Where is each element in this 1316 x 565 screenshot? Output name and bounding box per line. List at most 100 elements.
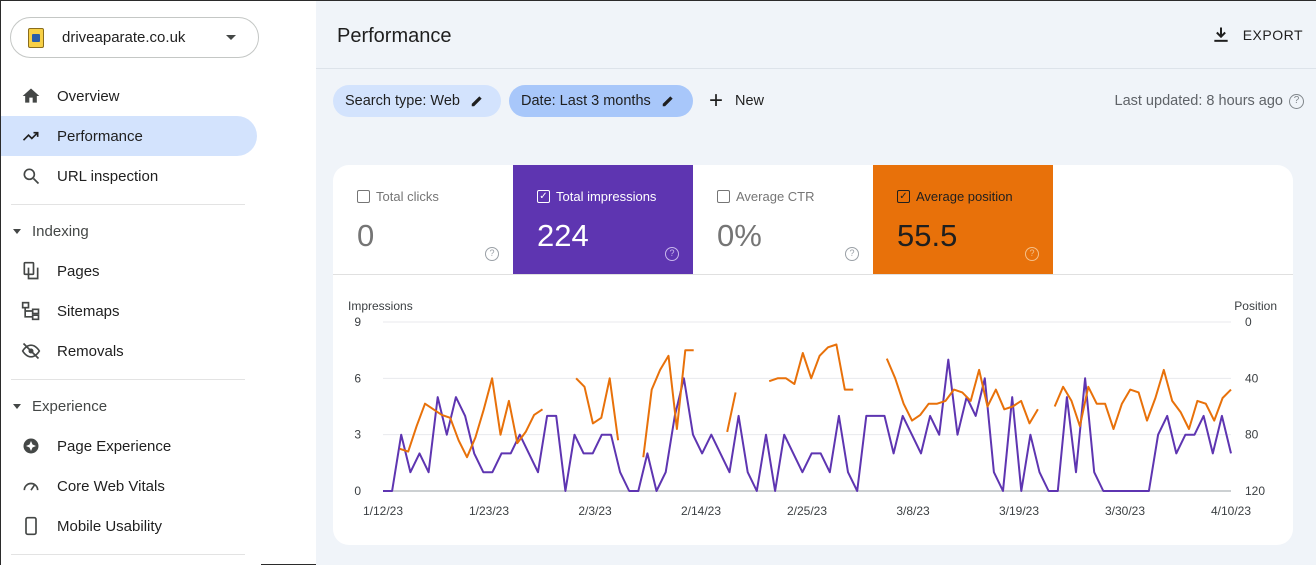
performance-card: Total clicks 0 ? ✓ Total impressions 224 …	[333, 165, 1293, 545]
sidebar: driveaparate.co.uk Overview Performance …	[1, 1, 261, 565]
section-label: Indexing	[32, 222, 89, 240]
x-tick-label: 2/25/23	[787, 504, 827, 518]
position-series-line	[642, 349, 694, 458]
property-selector[interactable]: driveaparate.co.uk	[10, 17, 259, 58]
left-axis-title: Impressions	[348, 299, 413, 313]
sidebar-divider	[11, 379, 245, 380]
last-updated: Last updated: 8 hours ago ?	[1114, 93, 1304, 109]
section-experience[interactable]: Experience	[1, 391, 245, 421]
caret-down-icon	[13, 228, 21, 234]
chip-label: Date: Last 3 months	[521, 93, 651, 109]
search-icon	[21, 166, 41, 186]
page-title: Performance	[337, 25, 452, 47]
x-tick-label: 3/30/23	[1105, 504, 1145, 518]
nav-item-core-web-vitals[interactable]: Core Web Vitals	[1, 466, 257, 506]
sidebar-divider	[11, 554, 245, 555]
caret-down-icon	[13, 403, 21, 409]
trending-up-icon	[21, 126, 41, 146]
nav-item-mobile-usability[interactable]: Mobile Usability	[1, 506, 257, 546]
nav-item-label: Sitemaps	[57, 302, 120, 320]
date-filter-chip[interactable]: Date: Last 3 months	[509, 85, 693, 117]
last-updated-text: Last updated: 8 hours ago	[1114, 93, 1284, 109]
right-axis-title: Position	[1234, 299, 1277, 313]
x-tick-label: 1/23/23	[469, 504, 509, 518]
metric-average-position[interactable]: ✓ Average position 55.5 ?	[873, 165, 1053, 274]
right-tick-label: 40	[1245, 371, 1259, 385]
search-type-filter-chip[interactable]: Search type: Web	[333, 85, 501, 117]
nav-item-label: Performance	[57, 127, 143, 145]
nav-item-label: Core Web Vitals	[57, 477, 165, 495]
position-series-line	[399, 377, 544, 459]
metric-average-ctr[interactable]: Average CTR 0% ?	[693, 165, 873, 274]
checkbox-checked-icon[interactable]: ✓	[537, 190, 550, 203]
new-label: New	[735, 93, 765, 109]
section-indexing[interactable]: Indexing	[1, 216, 245, 246]
x-tick-label: 2/14/23	[681, 504, 721, 518]
metric-total-clicks[interactable]: Total clicks 0 ?	[333, 165, 513, 274]
left-tick-label: 9	[354, 315, 361, 329]
impressions-series-line	[383, 358, 1232, 492]
chip-label: Search type: Web	[345, 93, 460, 109]
checkbox-unchecked-icon[interactable]	[357, 190, 370, 203]
checkbox-unchecked-icon[interactable]	[717, 190, 730, 203]
nav-item-label: URL inspection	[57, 167, 159, 185]
nav-item-label: Mobile Usability	[57, 517, 163, 535]
performance-chart[interactable]: Impressions Position 0 3 6 9 0 40 80 120 1/12/23…	[333, 275, 1293, 545]
nav-item-label: Removals	[57, 342, 124, 360]
sidebar-divider	[11, 204, 245, 205]
nav-item-label: Pages	[57, 262, 100, 280]
right-tick-label: 80	[1245, 428, 1259, 442]
metric-total-impressions[interactable]: ✓ Total impressions 224 ?	[513, 165, 693, 274]
pages-icon	[21, 261, 41, 281]
section-label: Experience	[32, 397, 108, 415]
left-tick-label: 0	[354, 484, 361, 498]
metric-label: Average CTR	[736, 189, 815, 204]
metric-label: Average position	[916, 189, 1013, 204]
position-series-line	[726, 392, 737, 433]
nav-item-url-inspection[interactable]: URL inspection	[1, 156, 257, 196]
plus-icon: +	[709, 87, 724, 114]
help-icon[interactable]: ?	[665, 247, 679, 261]
help-icon[interactable]: ?	[845, 247, 859, 261]
x-tick-label: 3/8/23	[896, 504, 930, 518]
caret-down-icon	[226, 35, 236, 40]
help-icon[interactable]: ?	[485, 247, 499, 261]
nav-item-label: Page Experience	[57, 437, 172, 455]
page-header: Performance EXPORT	[316, 1, 1316, 69]
gauge-icon	[21, 476, 41, 496]
eye-off-icon	[21, 341, 41, 361]
export-button[interactable]: EXPORT	[1211, 25, 1303, 45]
x-tick-label: 4/10/23	[1211, 504, 1251, 518]
edit-icon	[471, 96, 482, 107]
new-filter-button[interactable]: + New	[709, 85, 764, 117]
right-tick-label: 0	[1245, 315, 1252, 329]
property-name: driveaparate.co.uk	[62, 29, 186, 46]
left-tick-label: 6	[354, 371, 361, 385]
nav-item-label: Overview	[57, 87, 120, 105]
nav-item-removals[interactable]: Removals	[1, 331, 257, 371]
x-tick-label: 1/12/23	[363, 504, 403, 518]
x-tick-label: 3/19/23	[999, 504, 1039, 518]
help-icon[interactable]: ?	[1289, 93, 1304, 109]
help-icon[interactable]: ?	[1025, 247, 1039, 261]
left-tick-label: 3	[354, 428, 361, 442]
edit-icon	[662, 96, 673, 107]
nav-item-overview[interactable]: Overview	[1, 76, 257, 116]
sitemap-icon	[21, 301, 41, 321]
page-experience-icon	[21, 436, 41, 456]
position-series-line	[768, 343, 854, 391]
position-series-line	[575, 377, 620, 441]
checkbox-checked-icon[interactable]: ✓	[897, 190, 910, 203]
export-label: EXPORT	[1242, 27, 1303, 43]
site-favicon-icon	[28, 27, 44, 48]
metric-label: Total clicks	[376, 189, 439, 204]
right-tick-label: 120	[1245, 484, 1265, 498]
home-icon	[21, 86, 41, 106]
nav-item-sitemaps[interactable]: Sitemaps	[1, 291, 257, 331]
nav-item-performance[interactable]: Performance	[1, 116, 257, 156]
metric-label: Total impressions	[556, 189, 657, 204]
nav-item-page-experience[interactable]: Page Experience	[1, 426, 257, 466]
x-tick-label: 2/3/23	[578, 504, 612, 518]
main-content: Performance EXPORT Search type: Web Date…	[316, 1, 1316, 565]
nav-item-pages[interactable]: Pages	[1, 251, 257, 291]
